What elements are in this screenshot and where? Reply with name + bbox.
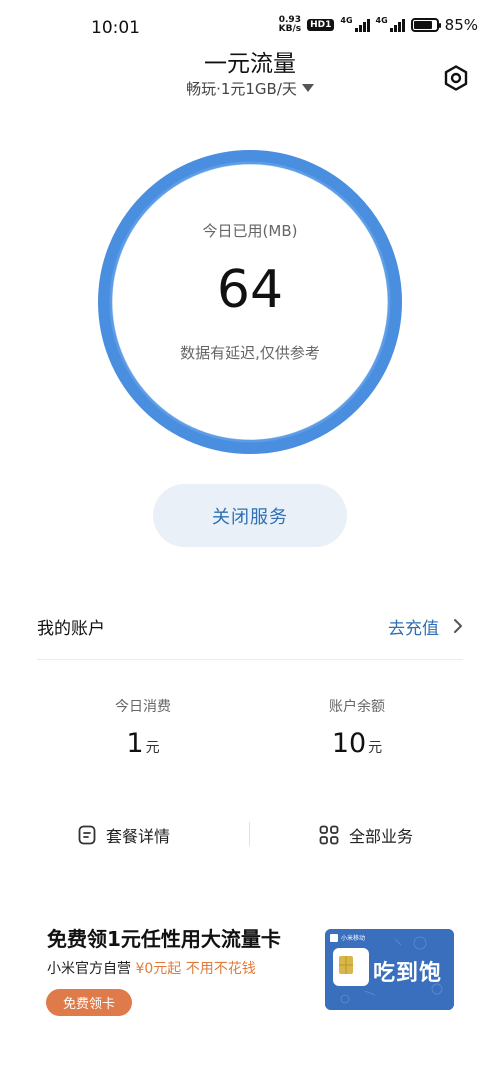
usage-value: 64 xyxy=(216,260,284,320)
signal-icon xyxy=(389,18,405,32)
today-cost-value: 1元 xyxy=(126,728,160,759)
net-speed: 0.93 KB/s xyxy=(278,15,302,34)
all-services-button[interactable]: 全部业务 xyxy=(319,820,413,850)
get-card-button[interactable]: 免费领卡 xyxy=(46,989,132,1016)
plan-details-label: 套餐详情 xyxy=(106,827,171,846)
document-icon xyxy=(78,825,96,845)
close-service-button[interactable]: 关闭服务 xyxy=(153,484,347,547)
status-icons: 0.93 KB/s HD1 4G 4G 85% xyxy=(278,15,478,35)
recharge-label: 去充值 xyxy=(388,618,439,639)
plan-selector-label: 畅玩·1元1GB/天 xyxy=(186,80,297,98)
recharge-link[interactable]: 去充值 xyxy=(388,614,463,639)
account-title: 我的账户 xyxy=(37,618,105,639)
divider xyxy=(37,659,463,660)
all-services-label: 全部业务 xyxy=(349,827,414,846)
sim-card-image[interactable]: 小米移动 吃到饱 xyxy=(325,929,454,1010)
today-cost-label: 今日消费 xyxy=(115,699,171,715)
balance-value: 10 元 xyxy=(331,728,383,759)
usage-note: 数据有延迟,仅供参考 xyxy=(180,344,320,362)
balance-label: 账户余额 xyxy=(329,699,385,715)
promo-title: 免费领1元任性用大流量卡 xyxy=(47,927,281,951)
account-row: 我的账户 去充值 xyxy=(37,604,463,648)
battery-icon xyxy=(410,18,441,32)
usage-label: 今日已用(MB) xyxy=(202,222,298,240)
card-brand: 小米移动 xyxy=(341,935,366,942)
separator xyxy=(249,822,250,846)
caret-down-icon xyxy=(301,84,314,92)
grid-icon xyxy=(319,825,339,845)
signal-icon xyxy=(354,18,370,32)
gear-hexagon-icon xyxy=(444,65,468,91)
page-title: 一元流量 xyxy=(204,51,296,77)
plan-details-button[interactable]: 套餐详情 xyxy=(78,820,170,850)
net-type-1: 4G xyxy=(340,16,353,25)
today-cost-stat: 今日消费 1元 xyxy=(58,696,228,759)
hd-badge: HD1 xyxy=(307,19,335,31)
plan-selector[interactable]: 畅玩·1元1GB/天 xyxy=(0,78,500,99)
promo-subtitle: 小米官方自营 ¥0元起 不用不花钱 xyxy=(47,961,256,977)
chevron-right-icon xyxy=(454,619,462,633)
battery-text: 85% xyxy=(444,16,478,34)
balance-stat: 账户余额 10 元 xyxy=(272,696,442,759)
net-type-2: 4G xyxy=(375,16,388,25)
card-slogan: 吃到饱 xyxy=(373,961,443,986)
status-time: 10:01 xyxy=(91,18,140,38)
settings-button[interactable] xyxy=(442,64,470,92)
